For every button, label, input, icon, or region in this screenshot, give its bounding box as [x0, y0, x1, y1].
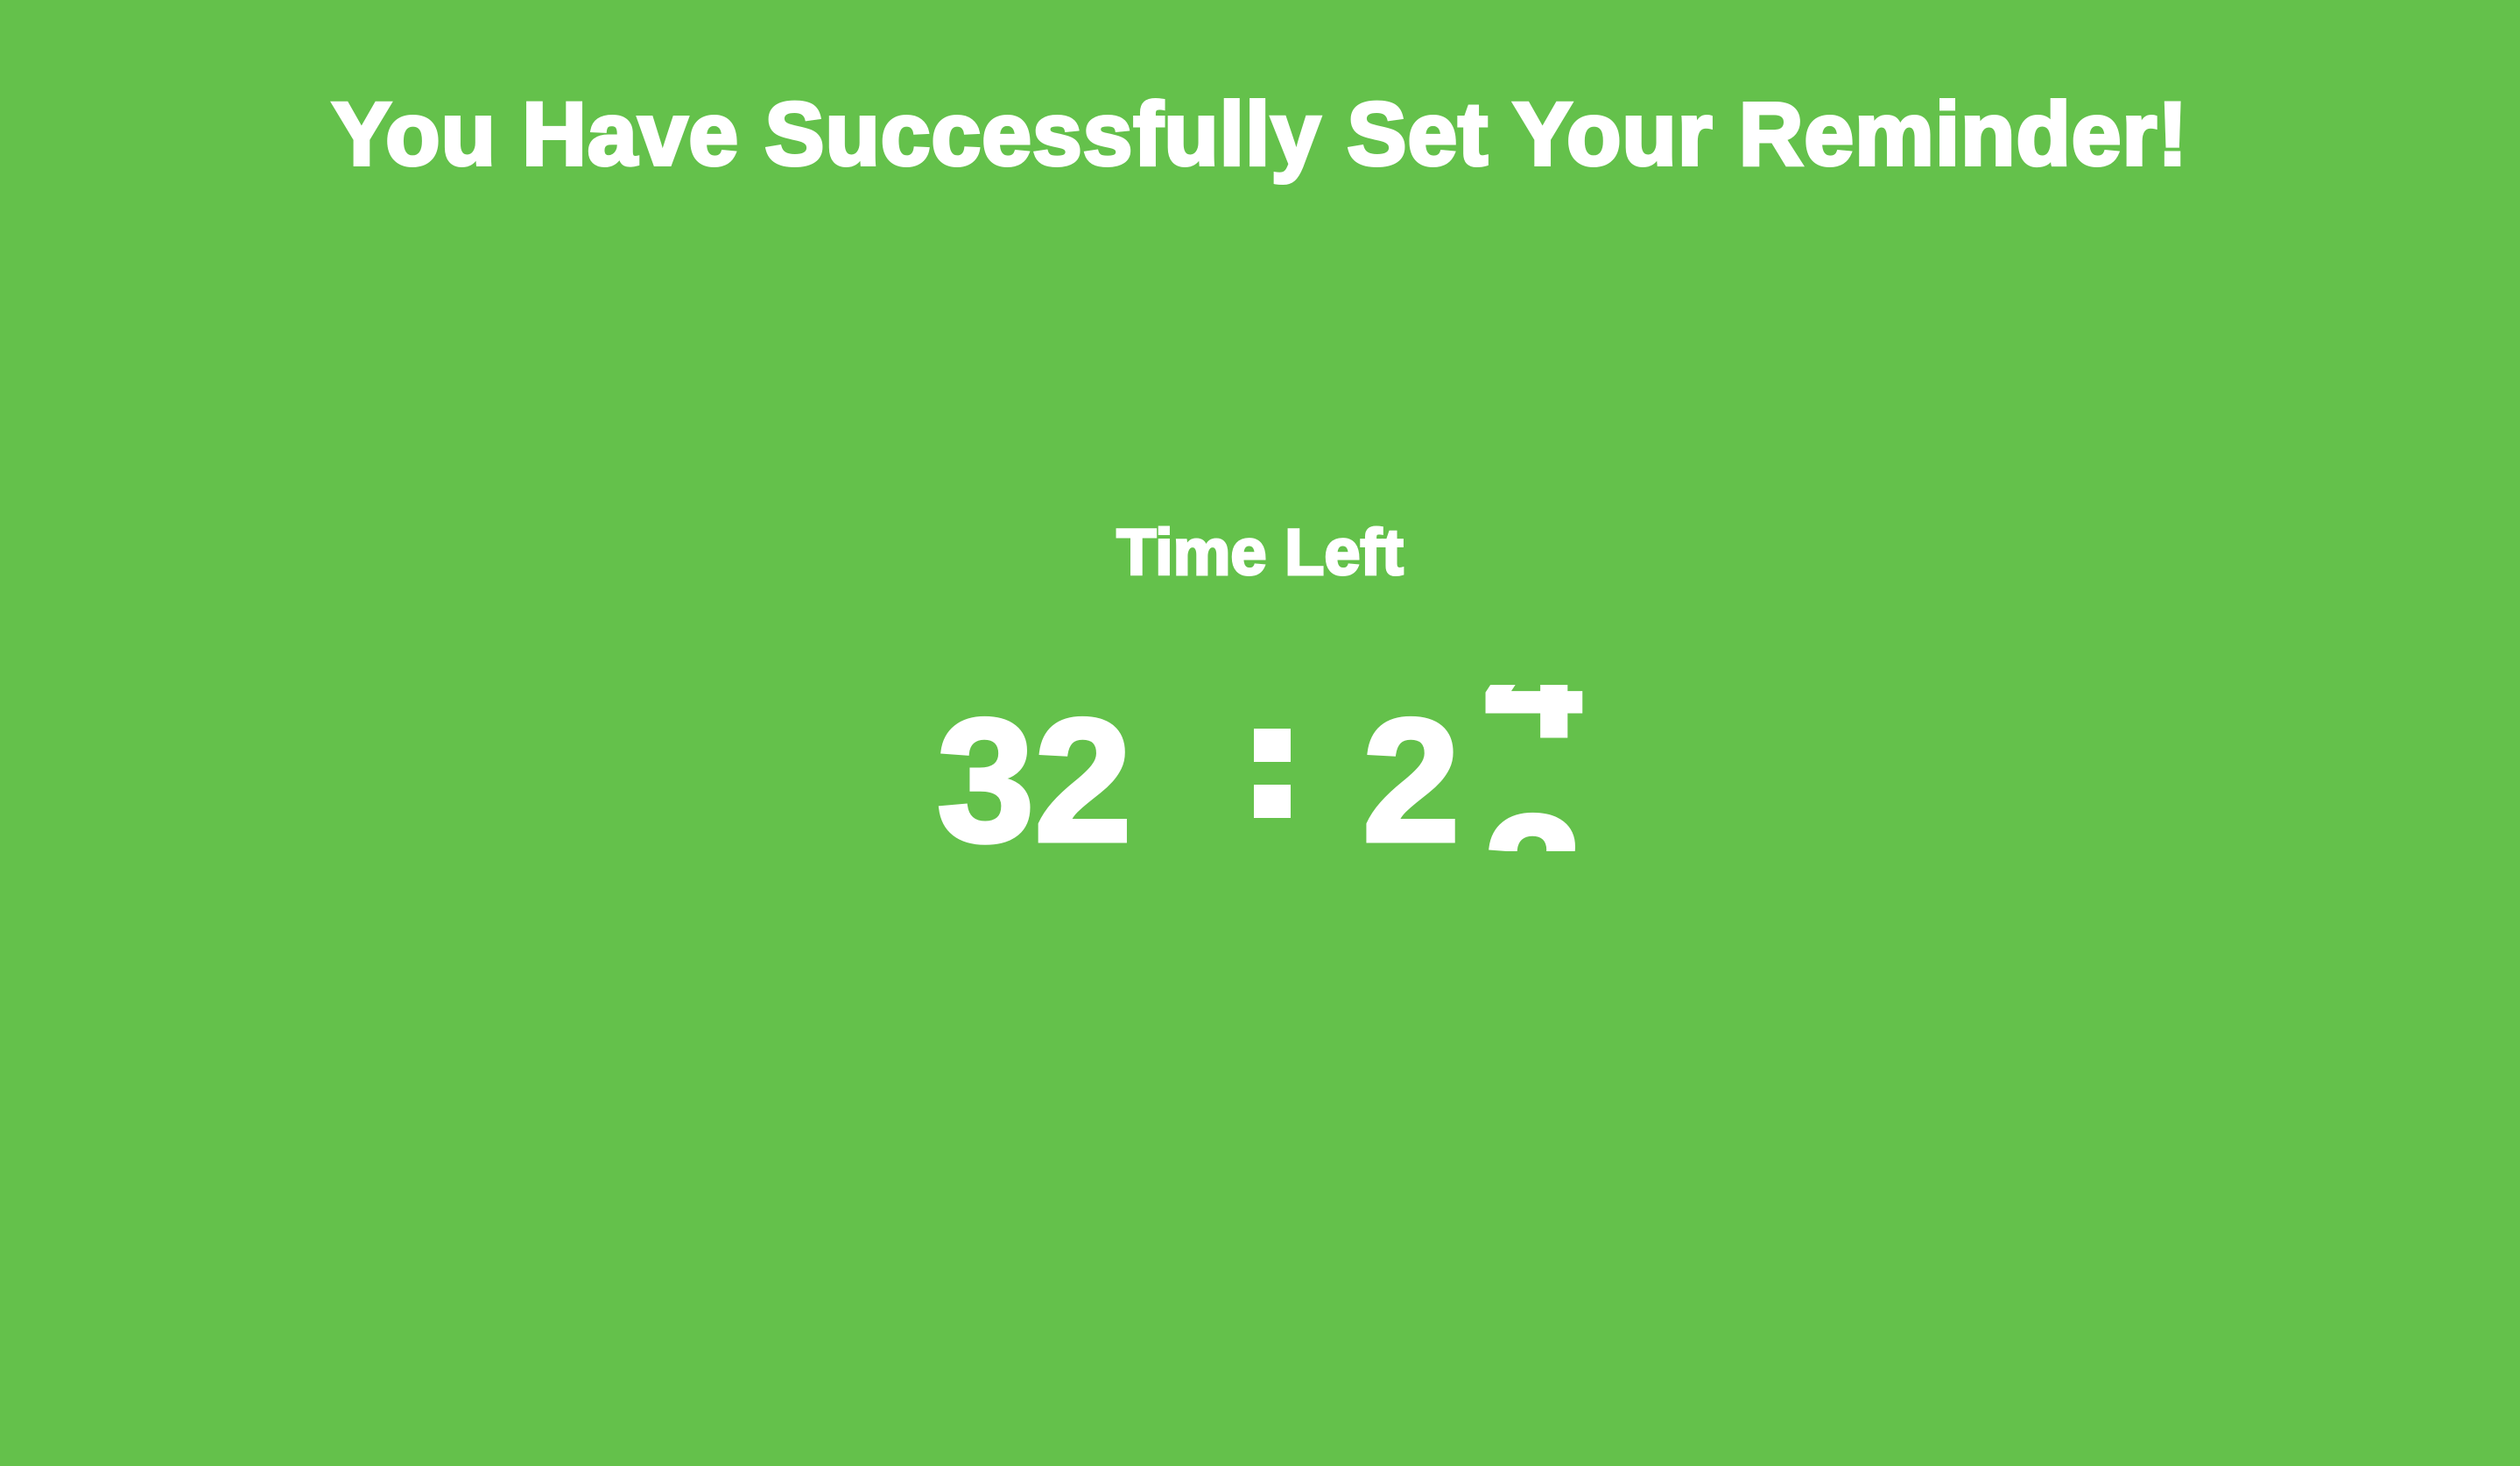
separator-dot-top [1254, 729, 1291, 762]
timer-seconds-ones-flip: 4 3 [1485, 641, 1599, 851]
countdown-timer: 32 2 4 3 [935, 683, 1599, 895]
page-title: You Have Successfully Set Your Reminder! [330, 84, 2189, 184]
timer-separator [1254, 729, 1291, 818]
timer-seconds-ones-previous: 4 [1485, 641, 1583, 773]
timer-seconds: 2 4 3 [1361, 683, 1599, 878]
timer-minutes: 32 [935, 683, 1134, 878]
timer-label: Time Left [1116, 516, 1405, 589]
timer-seconds-ones-next: 3 [1485, 790, 1582, 851]
timer-seconds-tens: 2 [1361, 683, 1462, 878]
separator-dot-bottom [1254, 785, 1291, 818]
